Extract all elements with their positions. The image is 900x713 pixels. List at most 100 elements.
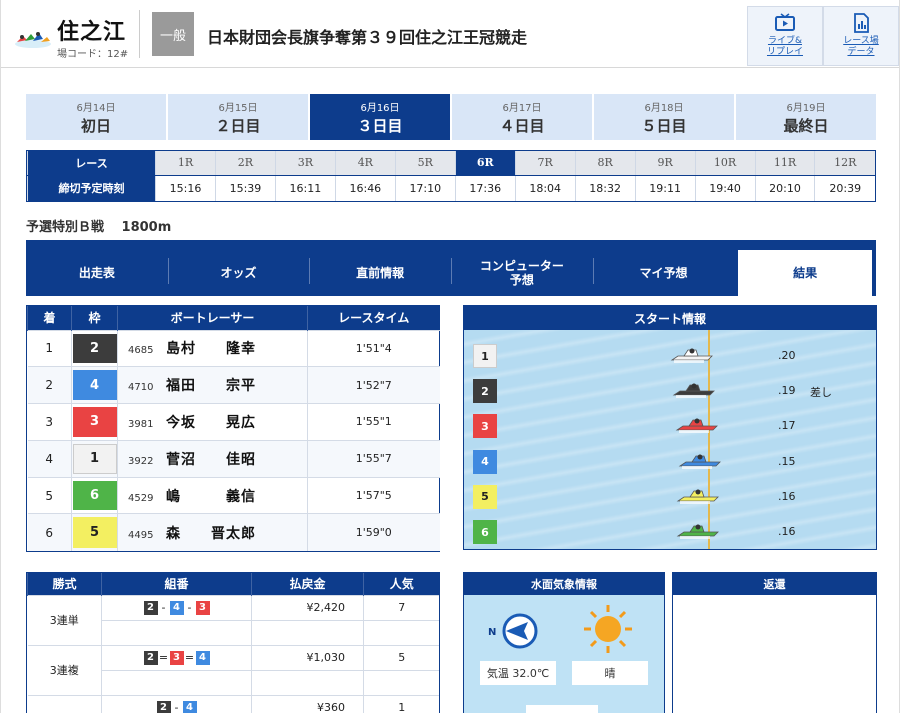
racer-name[interactable]: 今坂 晃広 (166, 415, 256, 431)
race-tab-1R[interactable]: 1R (155, 151, 216, 176)
day-tab-label: 最終日 (783, 116, 829, 135)
start-timing: .15 (778, 454, 796, 468)
race-number-grid: レース 1R 2R 3R 4R 5R 6R 7R 8R 9R 10R 11R 12R 締切予定時刻 1… (26, 150, 876, 202)
start-timing: .20 (778, 349, 796, 362)
nav-tab-1[interactable]: 出走表 (26, 250, 168, 296)
race-tab-5R[interactable]: 5R (394, 151, 456, 176)
combo-separator: - (161, 601, 166, 615)
winning-move: 差し (810, 386, 832, 400)
boat-icon (670, 348, 713, 363)
race-tab-6R[interactable]: 6R (454, 151, 516, 176)
day-tab-date: 6月17日 (502, 102, 542, 114)
deadline-time: 19:11 (634, 175, 696, 201)
wind-direction-icon: N (488, 613, 538, 649)
combo-frame-chip: 2 (143, 650, 158, 665)
frame-cell: 5 (71, 513, 118, 551)
boat-icon (672, 383, 715, 399)
day-tabs: 6月14日 初日 6月15日 ２日目 6月16日 ３日目 6月17日 ４日目 6月18日 ５日目 6… (26, 94, 876, 140)
race-tab-12R[interactable]: 12R (814, 151, 875, 176)
race-tab-2R[interactable]: 2R (214, 151, 276, 176)
combo-separator: = (184, 651, 195, 665)
day-tab-2[interactable]: 6月15日 ２日目 (168, 94, 308, 140)
table-row: 5 6 4529 嶋 義信 1'57"5 (27, 476, 440, 514)
combination: 2 = 3 = 4 (101, 644, 252, 671)
racer-cell[interactable]: 4685 島村 隆幸 (117, 329, 308, 367)
frame-badge: 2 (72, 333, 117, 364)
nav-tab-4[interactable]: コンピューター 予想 (451, 250, 593, 296)
result-table: 着枠ボートレーサー レースタイム 1 2 4685 島村 隆幸 1'51"4 2 4 4710 福… (26, 305, 440, 552)
nav-tab-3[interactable]: 直前情報 (309, 250, 451, 296)
racer-cell[interactable]: 4529 嶋 義信 (117, 476, 308, 514)
racer-cell[interactable]: 3981 今坂 晃広 (117, 403, 308, 441)
start-timing: .16 (778, 525, 796, 538)
day-tab-5[interactable]: 6月18日 ５日目 (594, 94, 734, 140)
boat-icon (675, 418, 718, 434)
nav-tab-2[interactable]: オッズ (168, 250, 310, 296)
day-tab-date: 6月14日 (76, 102, 116, 114)
payout-table: 勝式 組番 払戻金 人気 3連単 2-4-3 ¥2,420 7 3連複 2 = 3 = 4 ¥1,030 5… (26, 572, 440, 713)
empty-cell (101, 620, 252, 645)
deadline-time: 18:04 (514, 175, 576, 201)
day-tab-label: ２日目 (215, 116, 261, 135)
combo-frame-chip: 4 (195, 650, 210, 665)
racer-cell[interactable]: 4710 福田 宗平 (117, 366, 308, 404)
nav-tab-5[interactable]: マイ予想 (593, 250, 735, 296)
day-tab-4[interactable]: 6月17日 ４日目 (452, 94, 592, 140)
frame-badge: 5 (72, 517, 117, 548)
start-row: 5.16 (464, 484, 876, 509)
nav-separator (451, 258, 452, 284)
bar-chart-doc-icon (854, 13, 869, 33)
racer-name[interactable]: 島村 隆幸 (166, 341, 256, 357)
day-tab-date: 6月15日 (218, 102, 258, 114)
weather-condition: 晴 (572, 661, 648, 685)
venue-data-label: レース場 データ (843, 36, 879, 57)
place: 1 (27, 329, 72, 367)
refund-title: 返還 (673, 573, 876, 595)
frame-cell: 2 (71, 329, 118, 367)
race-time: 1'51"4 (307, 329, 440, 367)
racer-cell[interactable]: 3922 菅沼 佳昭 (117, 439, 308, 478)
racer-reg-number: 4710 (128, 382, 154, 394)
payout-amount: ¥360 (251, 694, 364, 713)
payout-row: 3連複 2 = 3 = 4 ¥1,030 5 (27, 644, 439, 695)
day-tab-date: 6月19日 (786, 102, 826, 114)
table-row: 2 4 4710 福田 宗平 1'52"7 (27, 366, 440, 404)
race-tab-11R[interactable]: 11R (754, 151, 815, 176)
venue-data-button[interactable]: レース場 データ (823, 6, 899, 66)
day-tab-date: 6月16日 (360, 102, 400, 114)
day-tab-date: 6月18日 (644, 102, 684, 114)
racer-name[interactable]: 森 晋太郎 (166, 526, 256, 542)
start-row: 1.20 (464, 344, 876, 368)
start-timing: .17 (778, 419, 796, 433)
race-tab-8R[interactable]: 8R (574, 151, 636, 176)
day-tab-3[interactable]: 6月16日 ３日目 (310, 94, 450, 140)
empty-cell (363, 620, 439, 645)
combo-frame-chip: 3 (195, 600, 210, 615)
combo-separator: = (158, 651, 169, 665)
racer-name[interactable]: 福田 宗平 (166, 378, 256, 394)
deadline-time: 20:39 (814, 175, 875, 201)
empty-cell (101, 670, 252, 695)
nav-separator (167, 258, 169, 284)
place: 4 (27, 439, 72, 478)
race-tab-10R[interactable]: 10R (694, 151, 756, 176)
day-tab-1[interactable]: 6月14日 初日 (26, 94, 166, 140)
racer-name[interactable]: 菅沼 佳昭 (166, 452, 256, 468)
racer-cell[interactable]: 4495 森 晋太郎 (117, 513, 308, 551)
racer-name[interactable]: 嶋 義信 (166, 489, 256, 505)
race-tab-4R[interactable]: 4R (334, 151, 396, 176)
race-time: 1'55"1 (307, 403, 440, 441)
race-tab-3R[interactable]: 3R (274, 151, 336, 176)
header-divider (139, 10, 140, 58)
payout-amount: ¥2,420 (251, 594, 364, 621)
day-tab-label: ５日目 (641, 116, 687, 135)
racer-reg-number: 4495 (128, 529, 154, 541)
temperature-value: 気温 32.0℃ (480, 661, 556, 685)
nav-tab-6[interactable]: 結果 (738, 250, 872, 296)
race-tab-7R[interactable]: 7R (514, 151, 576, 176)
race-tab-9R[interactable]: 9R (634, 151, 696, 176)
day-tab-6[interactable]: 6月19日最終日 (736, 94, 876, 140)
bet-type: 3連単 (27, 594, 102, 645)
live-replay-button[interactable]: ライブ& リプレイ (747, 6, 823, 66)
course-number: 1 (473, 344, 497, 368)
